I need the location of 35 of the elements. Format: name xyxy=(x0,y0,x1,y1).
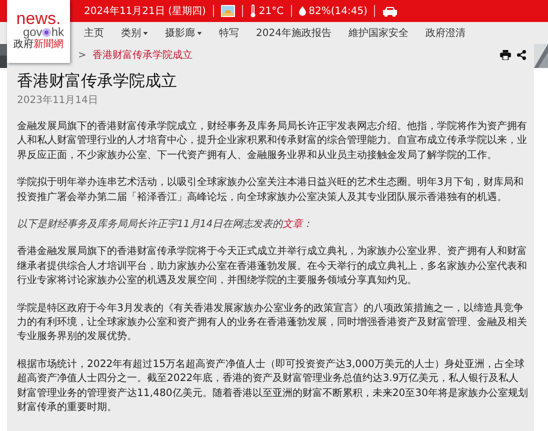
nav-item[interactable]: 类别 xyxy=(121,26,148,40)
temperature-text: 21°C xyxy=(258,6,284,16)
nav-item[interactable]: 2024年施政报告 xyxy=(256,26,332,40)
article-date: 2023年11月14日 xyxy=(17,94,99,107)
article-link[interactable]: 文章 xyxy=(282,219,303,230)
car-icon xyxy=(382,6,398,16)
thermometer-icon xyxy=(250,4,256,18)
share-icon[interactable] xyxy=(517,50,526,60)
intro-sentence: 以下是财经事务及库务局局长许正宇11月14日在网志发表的文章： xyxy=(17,218,314,232)
date-text: 2024年11月21日 (星期四) xyxy=(84,4,206,18)
paragraph: 学院拟于明年举办连串艺术活动，以吸引全球家族办公室关注本港日益兴旺的艺术生态圈。明年3月下旬，财库局和投资推广署会举办第二届「裕泽香江」高峰论坛，向全球家族办公室决策人及其专业团队展示香港独有的机遇。 xyxy=(17,176,524,205)
article-title: 香港财富传承学院成立 xyxy=(17,71,178,91)
paragraph: 金融发展局旗下的香港财富传承学院成立，财经事务及库务局局长许正宇发表网志介绍。他指，学院将作为资产拥有人和私人财富管理行业的人才培育中心，提升企业家积累和传承财富的综合管理能力。自宣布成立传承学院以来，业界反应正面，不少家族办公室、下一代资产拥有人、金融服务业界和从业员主动接触金发局了解学院的工作。 xyxy=(17,120,528,163)
nav-item[interactable]: 主页 xyxy=(84,26,104,40)
humidity-text: 82%(14:45) xyxy=(308,6,368,16)
logo-text: hk xyxy=(51,26,64,38)
blob-icon xyxy=(42,28,52,36)
paragraph: 香港金融发展局旗下的香港财富传承学院将于今天正式成立并举行成立典礼，为家族办公室业界、资产拥有人和财富继承者提供综合人才培训平台，助力家族办公室在香港蓬勃发展。在今天举行的成立典礼上，多名家族办公室代表和行业专家将讨论家族办公室的机遇及发展空间，并围绕学院的主要服务领域分享真知灼见。 xyxy=(17,245,528,288)
droplet-icon xyxy=(298,6,306,16)
caret-icon xyxy=(143,32,148,34)
nav-item[interactable]: 政府澄清 xyxy=(425,26,466,40)
paragraph: 根据市场统计，2022年有超过15万名超高资产净值人士（即可投资资产达3,000万美元的人士）身处亚洲，占全球超高资产净值人士四分之一。截至2022年底，香港的资产及财富管理业务总值约达3.9万亿美元，私人银行及私人财富管理业务的管理资产达11,480亿美元。随着香港以至亚洲的财富不断累积，未来20至30年将是家族办公室规划财富传承的重要时期。 xyxy=(17,358,528,416)
caret-icon xyxy=(197,32,202,34)
nav-item[interactable]: 摄影廊 xyxy=(165,26,202,40)
nav-item[interactable]: 特写 xyxy=(219,26,239,40)
nav-item[interactable]: 維护国家安全 xyxy=(348,26,408,40)
logo-text: 政府新聞網 xyxy=(14,38,64,52)
breadcrumb-link[interactable]: 香港财富传承学院成立 xyxy=(92,48,192,62)
logo-text: news. xyxy=(16,11,61,26)
logo[interactable]: news. gov hk 政府新聞網 xyxy=(7,0,70,63)
print-icon[interactable] xyxy=(500,50,511,60)
breadcrumb-separator: > xyxy=(78,50,86,60)
paragraph: 学院是特区政府于今年3月发表的《有关香港发展家族办公室业务的政策宣言》的八项政策措施之一，以缔造具竞争力的有利环境，让全球家族办公室和资产拥有人的业务在香港蓬勃发展，同时增强香港资产及财富管理、金融及相关专业服务界别的发展优势。 xyxy=(17,302,528,344)
logo-text: gov xyxy=(22,26,42,38)
weather-icon xyxy=(220,5,235,17)
